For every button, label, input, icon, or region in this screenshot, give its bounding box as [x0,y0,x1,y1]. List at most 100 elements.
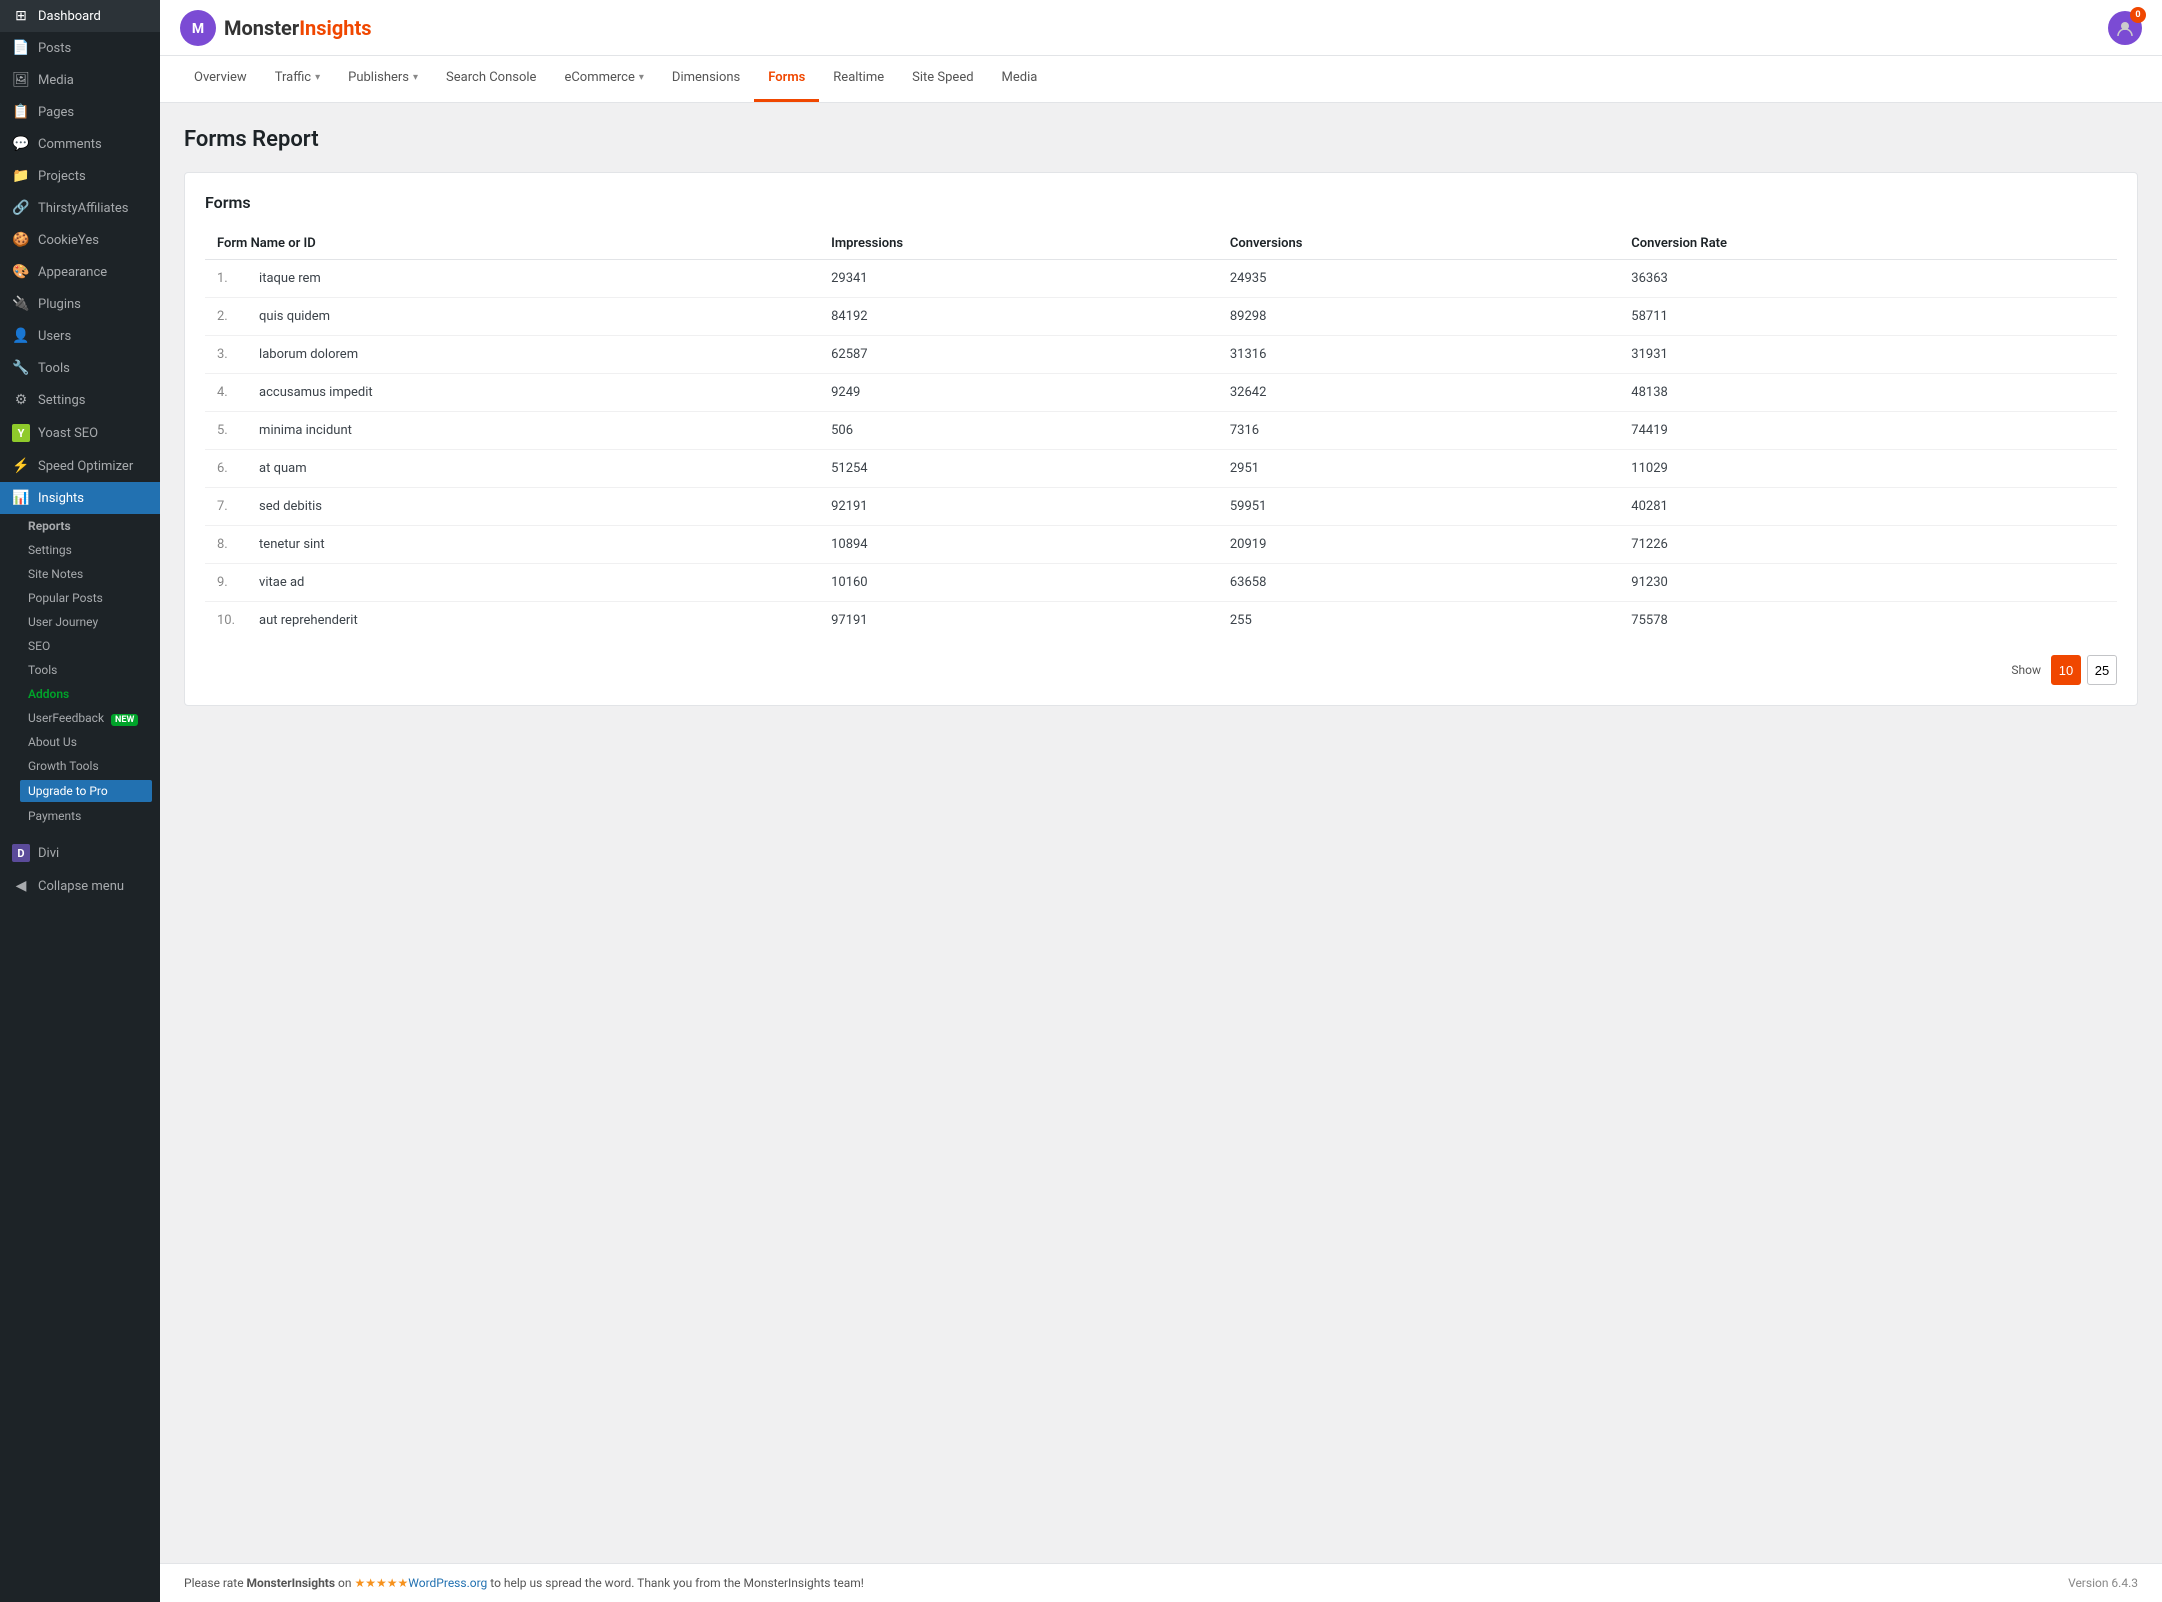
sidebar-collapse[interactable]: ◀ Collapse menu [0,870,160,902]
sidebar-subitem-upgrade-to-pro[interactable]: Upgrade to Pro [20,780,152,802]
page-btn-10[interactable]: 10 [2051,655,2081,685]
projects-icon: 📁 [12,168,30,184]
tab-overview[interactable]: Overview [180,56,261,102]
sidebar-item-speed-optimizer[interactable]: ⚡ Speed Optimizer [0,450,160,482]
tab-search-console[interactable]: Search Console [432,56,550,102]
sidebar-subitem-reports[interactable]: Reports [0,514,160,538]
sidebar-subitem-payments[interactable]: Payments [0,804,160,828]
version-text: Version 6.4.3 [2068,1576,2138,1590]
sidebar-item-cookieyes[interactable]: 🍪 CookieYes [0,224,160,256]
page-btn-25[interactable]: 25 [2087,655,2117,685]
row-conversion-rate: 75578 [1619,602,2117,640]
sidebar-subitem-user-journey[interactable]: User Journey [0,610,160,634]
row-conversion-rate: 74419 [1619,412,2117,450]
sidebar-item-projects[interactable]: 📁 Projects [0,160,160,192]
sidebar-item-settings[interactable]: ⚙ Settings [0,384,160,416]
sidebar-subitem-popular-posts[interactable]: Popular Posts [0,586,160,610]
sidebar-item-divi[interactable]: D Divi [0,836,160,870]
row-number: 8. [205,526,247,564]
row-conversions: 89298 [1218,298,1619,336]
row-conversions: 31316 [1218,336,1619,374]
logo-text: MonsterInsights [224,16,371,40]
tab-forms[interactable]: Forms [754,56,819,102]
appearance-icon: 🎨 [12,264,30,280]
row-conversions: 20919 [1218,526,1619,564]
sidebar-subitem-addons[interactable]: Addons [0,682,160,706]
sidebar-subitem-growth-tools[interactable]: Growth Tools [0,754,160,778]
chevron-down-icon: ▾ [413,72,418,83]
sidebar-item-label: Settings [38,393,85,408]
table-row: 10. aut reprehenderit 97191 255 75578 [205,602,2117,640]
divi-icon: D [12,844,30,862]
row-number: 7. [205,488,247,526]
row-impressions: 10894 [819,526,1218,564]
row-number: 9. [205,564,247,602]
pages-icon: 📋 [12,104,30,120]
table-row: 4. accusamus impedit 9249 32642 48138 [205,374,2117,412]
notification-badge: 0 [2130,7,2146,23]
sidebar-item-yoast-seo[interactable]: Y Yoast SEO [0,416,160,450]
settings-icon: ⚙ [12,392,30,408]
tab-dimensions[interactable]: Dimensions [658,56,754,102]
row-conversions: 7316 [1218,412,1619,450]
logo-icon: M [180,10,216,46]
insights-icon: 📊 [12,490,30,506]
row-form-name: at quam [247,450,819,488]
row-impressions: 506 [819,412,1218,450]
sidebar-item-insights[interactable]: 📊 Insights [0,482,160,514]
tab-publishers[interactable]: Publishers ▾ [334,56,432,102]
thirstyaffiliates-icon: 🔗 [12,200,30,216]
col-name: Form Name or ID [205,228,819,260]
row-conversion-rate: 71226 [1619,526,2117,564]
row-impressions: 29341 [819,260,1218,298]
sidebar-item-posts[interactable]: 📄 Posts [0,32,160,64]
page-title: Forms Report [184,127,2138,152]
header-avatar[interactable]: 0 [2108,11,2142,45]
speed-optimizer-icon: ⚡ [12,458,30,474]
tab-traffic[interactable]: Traffic ▾ [261,56,334,102]
sidebar-item-media[interactable]: 🖼 Media [0,64,160,96]
sidebar-item-label: Yoast SEO [38,426,98,441]
sidebar-item-pages[interactable]: 📋 Pages [0,96,160,128]
row-impressions: 10160 [819,564,1218,602]
tab-realtime[interactable]: Realtime [819,56,898,102]
col-conversions: Conversions [1218,228,1619,260]
wordpress-org-link[interactable]: WordPress.org [408,1576,487,1590]
row-conversions: 2951 [1218,450,1619,488]
tab-media[interactable]: Media [988,56,1052,102]
row-form-name: vitae ad [247,564,819,602]
sidebar-subitem-site-notes[interactable]: Site Notes [0,562,160,586]
tab-site-speed[interactable]: Site Speed [898,56,987,102]
row-impressions: 84192 [819,298,1218,336]
row-conversion-rate: 40281 [1619,488,2117,526]
row-impressions: 92191 [819,488,1218,526]
sidebar-item-dashboard[interactable]: ⊞ Dashboard [0,0,160,32]
table-row: 1. itaque rem 29341 24935 36363 [205,260,2117,298]
table-row: 6. at quam 51254 2951 11029 [205,450,2117,488]
sidebar-item-thirstyaffiliates[interactable]: 🔗 ThirstyAffiliates [0,192,160,224]
sidebar-item-appearance[interactable]: 🎨 Appearance [0,256,160,288]
tab-ecommerce[interactable]: eCommerce ▾ [550,56,657,102]
row-number: 1. [205,260,247,298]
sidebar-item-plugins[interactable]: 🔌 Plugins [0,288,160,320]
show-label: Show [2011,663,2041,677]
row-number: 2. [205,298,247,336]
footer: Please rate MonsterInsights on ★★★★★Word… [160,1563,2162,1602]
footer-text: Please rate MonsterInsights on ★★★★★Word… [184,1576,864,1590]
row-conversions: 255 [1218,602,1619,640]
sidebar-subitem-tools[interactable]: Tools [0,658,160,682]
sidebar-item-tools[interactable]: 🔧 Tools [0,352,160,384]
row-form-name: sed debitis [247,488,819,526]
row-conversion-rate: 36363 [1619,260,2117,298]
row-conversion-rate: 11029 [1619,450,2117,488]
sidebar-item-label: Appearance [38,265,107,280]
sidebar-item-label: Plugins [38,297,81,312]
new-badge: NEW [111,714,138,726]
sidebar-item-users[interactable]: 👤 Users [0,320,160,352]
sidebar-subitem-about-us[interactable]: About Us [0,730,160,754]
sidebar-subitem-userfeedback[interactable]: UserFeedback NEW [0,706,160,730]
sidebar-subitem-settings[interactable]: Settings [0,538,160,562]
sidebar-item-comments[interactable]: 💬 Comments [0,128,160,160]
sidebar-subitem-seo[interactable]: SEO [0,634,160,658]
dashboard-icon: ⊞ [12,8,30,24]
